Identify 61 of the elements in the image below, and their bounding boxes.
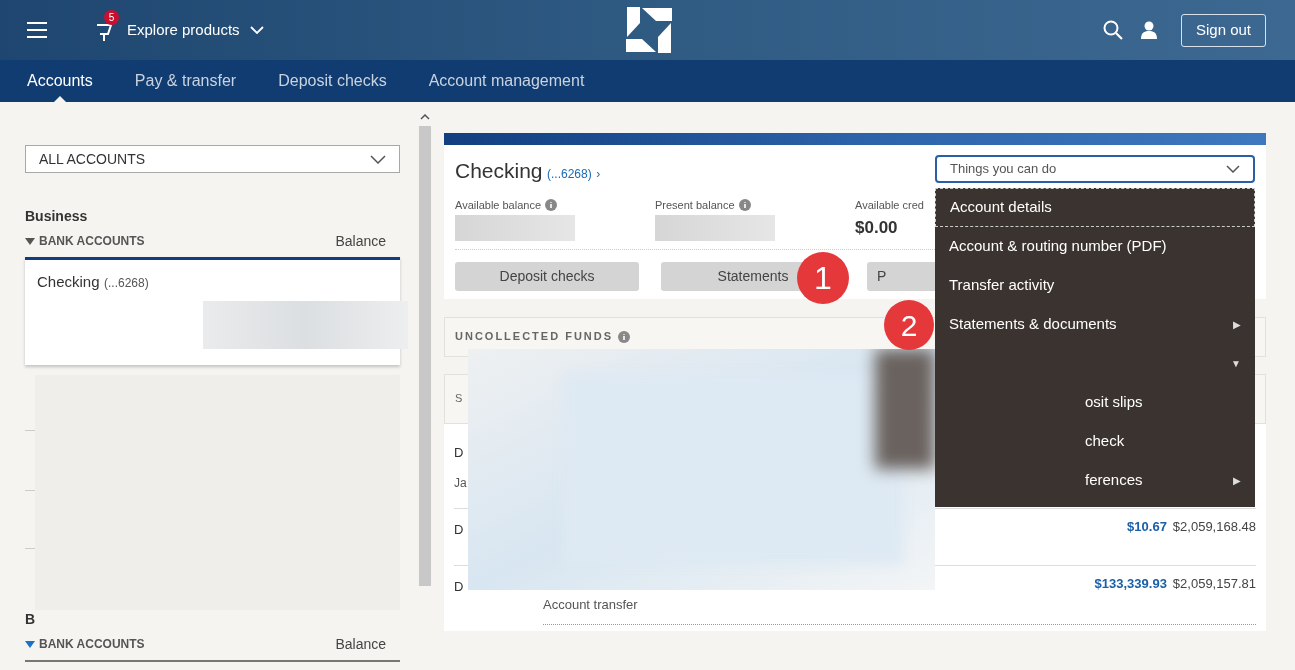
info-icon[interactable] [618,330,631,343]
transaction-description: Ja [454,474,467,492]
chevron-down-icon [249,26,264,34]
action-button[interactable]: Deposit checks [455,261,639,291]
balance-header: Balance [335,634,386,654]
group-heading: Business [25,207,89,225]
search-icon[interactable] [1103,20,1123,40]
account-filter-select[interactable]: ALL ACCOUNTS [25,145,400,173]
nav-tab[interactable]: Account management [428,60,585,102]
balance-header: Balance [335,231,386,251]
submenu-arrow: ▼ [1231,357,1241,371]
menu-item[interactable]: osit slips [935,383,1255,422]
balance-label: Available balance [455,197,542,213]
transaction-date: D [454,521,464,537]
nav-tab[interactable]: Deposit checks [278,60,387,102]
menu-item[interactable]: Statements & documents ▶ [935,305,1255,344]
menu-item[interactable]: check [935,422,1255,461]
collapse-triangle-icon[interactable] [25,237,35,245]
menu-icon[interactable] [27,22,47,38]
collapse-triangle-icon[interactable] [25,640,35,648]
nav-tab[interactable]: Accounts [27,60,93,102]
transaction-date: D [454,444,464,460]
chevron-down-icon [370,154,386,164]
account-name: Checking [37,273,100,290]
menu-item[interactable]: Account details [935,188,1255,227]
chevron-right-glyph[interactable]: › [596,167,601,181]
things-you-can-do-select[interactable]: Things you can do [935,155,1255,183]
logo-icon [626,7,672,53]
section-heading: UNCOLLECTED FUNDS [455,329,614,345]
transaction-date: D [454,578,464,594]
nav-tab[interactable]: Pay & transfer [134,60,237,102]
account-number-link[interactable]: (...6268) [547,167,592,181]
sign-out-button[interactable]: Sign out [1181,13,1266,47]
menu-item[interactable]: ▼ [935,344,1255,383]
person-icon[interactable] [1141,21,1157,39]
menu-item[interactable]: Transfer activity [935,266,1255,305]
transaction-type: Account transfer [543,596,638,612]
notification-badge: 5 [104,10,119,25]
info-icon[interactable] [545,198,558,211]
balance-value: $0.00 [855,217,899,239]
transaction-amount[interactable]: $133,339.93 [1094,573,1167,593]
running-balance: $2,059,157.81 [1172,574,1256,593]
step-callout-tooltip: 2 [884,300,934,350]
submenu-arrow: ▶ [1233,318,1241,332]
account-number: (...6268) [104,276,149,290]
menu-item[interactable]: ferences ▶ [935,461,1255,500]
balance-label: Available cred [855,197,924,213]
group-heading: B [25,610,37,628]
transaction-amount[interactable]: $10.67 [1127,516,1167,536]
section-heading: S [455,391,463,407]
account-title: Checking [455,159,543,182]
chevron-down-icon [1226,165,1240,173]
info-icon[interactable] [738,198,751,211]
section-label: BANK ACCOUNTS [39,636,145,653]
menu-item[interactable]: Account & routing number (PDF) [935,227,1255,266]
balance-label: Present balance [655,197,735,213]
section-label: BANK ACCOUNTS [39,233,145,250]
explore-products-button[interactable]: Explore products [127,18,264,42]
submenu-arrow: ▶ [1233,474,1241,488]
scroll-up-icon[interactable] [420,114,430,120]
running-balance: $2,059,168.48 [1172,517,1256,536]
